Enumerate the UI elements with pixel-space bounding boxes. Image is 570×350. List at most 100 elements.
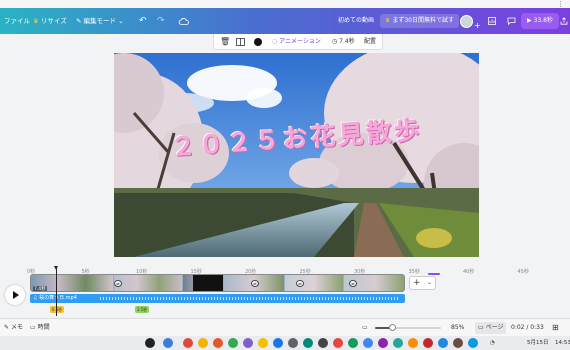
animation-label: アニメーション	[279, 38, 321, 45]
timing-marker[interactable]: 1.5秒	[135, 306, 149, 313]
file-menu-label: ファイル	[4, 17, 30, 25]
zoom-out-icon[interactable]: ▭	[362, 319, 368, 337]
avatar[interactable]	[460, 15, 473, 28]
animation-button[interactable]: ◌ アニメーション	[272, 34, 321, 50]
play-button[interactable]	[5, 285, 25, 305]
playhead[interactable]	[54, 266, 58, 316]
app-icon[interactable]	[348, 338, 358, 348]
redo-icon[interactable]: ↷	[157, 8, 165, 34]
app-icon[interactable]	[258, 338, 268, 348]
os-taskbar: ◔ 5月15日 14:53	[0, 336, 570, 350]
timer-button[interactable]: ▭ 時間	[30, 319, 50, 337]
timing-marker[interactable]: 0.5秒	[50, 306, 64, 313]
notes-icon: ✎	[4, 324, 10, 331]
document-title[interactable]: 初めての動画	[338, 14, 374, 28]
ruler-tick-label: 35秒	[408, 269, 420, 275]
app-icon[interactable]	[393, 338, 403, 348]
page-icon: ▭	[478, 324, 484, 331]
element-context-toolbar: 🗑 ◌ アニメーション ◷ 7.4秒 配置	[213, 34, 383, 50]
preview-duration-label: 33.8秒	[533, 17, 553, 24]
audio-track-label: ♫ 桜の舞う日.mp4	[33, 294, 77, 303]
duration-label: 7.4秒	[339, 38, 355, 45]
animation-icon: ◌	[272, 38, 278, 45]
split-icon[interactable]	[236, 34, 245, 50]
launcher-icon[interactable]	[145, 338, 155, 348]
clip-duration-label: 7.4秒	[33, 286, 47, 292]
app-icon[interactable]	[303, 338, 313, 348]
transition-icon[interactable]: ⇄	[296, 280, 304, 287]
transition-icon[interactable]: ⇄	[349, 280, 357, 287]
zoom-slider-knob[interactable]	[388, 324, 396, 331]
edit-mode-button[interactable]: ✎ 編集モード ⌄	[76, 8, 124, 34]
app-icon[interactable]	[438, 338, 448, 348]
app-icon[interactable]	[213, 338, 223, 348]
time-display: 0:02 / 0:33	[511, 324, 544, 331]
analytics-icon[interactable]	[488, 8, 496, 34]
app-icon[interactable]	[228, 338, 238, 348]
transition-icon[interactable]: ⇄	[251, 280, 259, 287]
app-icon[interactable]	[243, 338, 253, 348]
video-clip[interactable]	[114, 275, 182, 291]
color-swatch-icon[interactable]	[254, 34, 262, 50]
plus-icon: +	[413, 278, 421, 288]
edit-mode-label: 編集モード	[83, 17, 117, 25]
app-icon[interactable]	[273, 338, 283, 348]
resize-button[interactable]: ♛ リサイズ	[33, 8, 67, 34]
video-clip[interactable]	[285, 275, 343, 291]
app-icon[interactable]	[453, 338, 463, 348]
video-canvas[interactable]: ２０２５お花見散歩	[114, 53, 479, 257]
app-icon[interactable]	[183, 338, 193, 348]
comment-icon[interactable]	[507, 8, 516, 34]
notes-button[interactable]: ✎ メモ	[4, 319, 23, 337]
editor-top-bar: ファイル ♛ リサイズ ✎ 編集モード ⌄ ↶ ↷ 初めての動画 ♛ まず30日…	[0, 8, 570, 34]
free-trial-label: まず30日間無料で試す	[392, 17, 454, 24]
audio-track-name: 桜の舞う日.mp4	[39, 295, 77, 301]
position-button[interactable]: 配置	[364, 34, 376, 50]
document-title-text: 初めての動画	[338, 17, 375, 24]
free-trial-button[interactable]: ♛ まず30日間無料で試す	[380, 14, 459, 28]
duration-button[interactable]: ◷ 7.4秒	[332, 34, 355, 50]
notes-label: メモ	[10, 324, 23, 331]
window-controls-icon[interactable]: ⋮	[557, 0, 564, 8]
clock-icon: ◷	[332, 38, 338, 45]
resize-label: リサイズ	[40, 17, 67, 25]
file-menu-button[interactable]: ファイル	[4, 8, 30, 34]
tray-date[interactable]: 5月15日	[527, 336, 549, 350]
position-label: 配置	[364, 38, 377, 45]
page-view-button[interactable]: ▭ ページ	[475, 322, 507, 334]
audio-track[interactable]: ♫ 桜の舞う日.mp4	[30, 294, 405, 303]
video-clip[interactable]: 7.4秒	[31, 275, 113, 292]
app-icon[interactable]	[378, 338, 388, 348]
video-clip-track[interactable]: 7.4秒 ⇄ ⇄ ⇄ ⇄	[30, 274, 405, 292]
crown-icon: ♛	[33, 17, 39, 25]
window-top-strip: ⋮	[0, 0, 570, 8]
play-preview-button[interactable]: ▶ 33.8秒	[521, 13, 559, 29]
app-icon[interactable]	[468, 338, 478, 348]
zoom-slider[interactable]	[375, 324, 441, 331]
trash-icon[interactable]: 🗑	[220, 34, 230, 50]
chrome-icon[interactable]	[198, 338, 208, 348]
wifi-icon: ◔	[490, 340, 495, 346]
app-icon[interactable]	[423, 338, 433, 348]
add-collaborator-icon[interactable]: +	[474, 22, 481, 30]
undo-icon[interactable]: ↶	[139, 8, 147, 34]
app-icon[interactable]	[333, 338, 343, 348]
timer-icon: ▭	[30, 324, 36, 331]
share-icon[interactable]	[560, 8, 568, 34]
add-clip-button[interactable]: + ⌄	[409, 276, 436, 290]
app-icon[interactable]	[408, 338, 418, 348]
ruler-tick-label: 40秒	[463, 269, 475, 275]
video-clip[interactable]	[193, 275, 223, 291]
ruler-tick-label: 45秒	[517, 269, 529, 275]
cloud-sync-icon[interactable]	[178, 8, 189, 34]
app-icon[interactable]	[163, 338, 173, 348]
app-icon[interactable]	[363, 338, 373, 348]
transition-icon[interactable]: ⇄	[114, 280, 122, 287]
chevron-down-icon: ⌄	[118, 17, 124, 25]
tray-icons[interactable]: ◔	[490, 336, 495, 350]
app-icon[interactable]	[288, 338, 298, 348]
tray-time[interactable]: 14:53	[555, 336, 570, 350]
editor-bottom-bar: ✎ メモ ▭ 時間 ▭ 85% ▭ ページ 0:02 / 0:33 ⊞	[0, 318, 570, 336]
app-icon[interactable]	[318, 338, 328, 348]
grid-view-icon[interactable]: ⊞	[552, 319, 559, 337]
